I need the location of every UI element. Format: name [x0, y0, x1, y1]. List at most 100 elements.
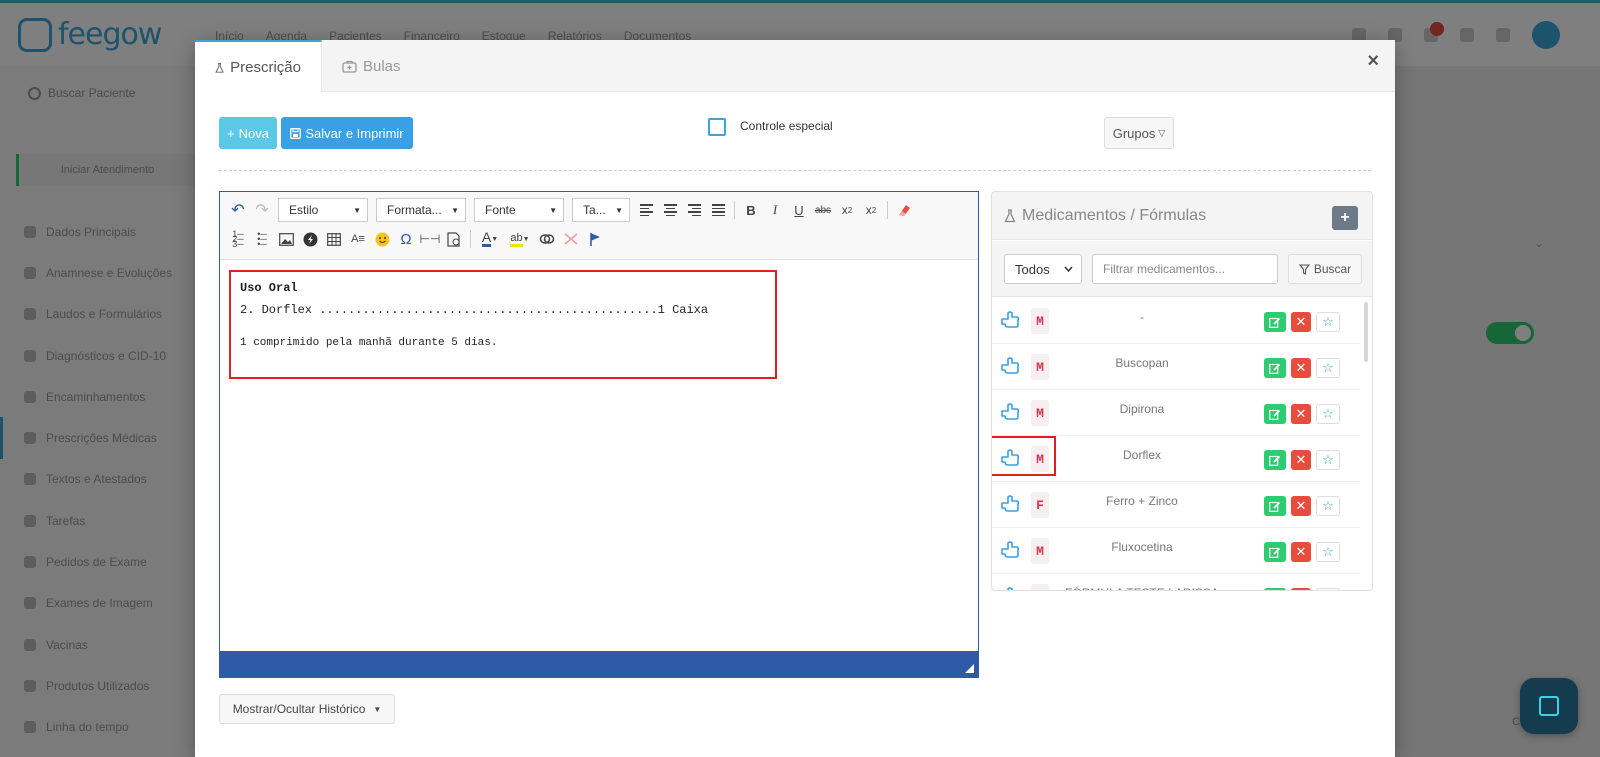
medication-row[interactable]: M Buscopan ✕ ☆ [992, 344, 1360, 390]
undo-icon[interactable]: ↶ [228, 199, 248, 221]
insert-hand-icon[interactable] [1000, 541, 1020, 561]
tab-label: Prescrição [230, 59, 301, 76]
bullet-list-icon[interactable]: •─ •─ •─ [252, 228, 272, 250]
size-select[interactable]: Ta... ▼ [572, 198, 630, 222]
table-icon[interactable] [324, 228, 344, 250]
delete-icon[interactable]: ✕ [1291, 496, 1311, 516]
medication-filter-input[interactable]: Filtrar medicamentos... [1092, 254, 1278, 284]
font-select[interactable]: Fonte ▼ [474, 198, 564, 222]
edit-icon[interactable] [1264, 496, 1286, 516]
delete-icon[interactable]: ✕ [1291, 404, 1311, 424]
medication-name: Buscopan [1115, 356, 1169, 370]
insert-hand-icon[interactable] [1000, 357, 1020, 377]
unlink-icon[interactable] [561, 228, 581, 250]
horizontal-rule-icon[interactable]: A≡ [348, 228, 368, 250]
resize-handle-icon[interactable] [965, 664, 974, 673]
nova-button[interactable]: + Nova [219, 117, 277, 149]
medication-row[interactable]: M Dipirona ✕ ☆ [992, 390, 1360, 436]
link-icon[interactable] [537, 228, 557, 250]
star-icon[interactable]: ☆ [1316, 588, 1340, 590]
star-icon[interactable]: ☆ [1316, 496, 1340, 516]
delete-icon[interactable]: ✕ [1291, 542, 1311, 562]
star-icon[interactable]: ☆ [1316, 312, 1340, 332]
medication-name: - [1140, 310, 1144, 324]
underline-icon[interactable]: U [789, 199, 809, 221]
medication-type-badge: F [1031, 492, 1049, 518]
edit-icon[interactable] [1264, 358, 1286, 378]
toggle-history-button[interactable]: Mostrar/Ocultar Histórico ▼ [219, 694, 395, 724]
flash-icon[interactable] [300, 228, 320, 250]
editor-content[interactable]: Uso Oral 2. Dorflex ....................… [220, 261, 978, 651]
template-icon[interactable] [444, 228, 464, 250]
text-color-icon[interactable]: A ▼ [477, 228, 503, 250]
insert-hand-icon[interactable] [1000, 311, 1020, 331]
medication-row[interactable]: M Fluxocetina ✕ ☆ [992, 528, 1360, 574]
save-print-button[interactable]: Salvar e Imprimir [281, 117, 413, 149]
redo-icon[interactable]: ↷ [252, 199, 272, 221]
editor-footer [220, 651, 978, 677]
delete-icon[interactable]: ✕ [1291, 312, 1311, 332]
save-icon [290, 127, 302, 139]
subscript-icon[interactable]: x2 [837, 199, 857, 221]
panel-title: Medicamentos / Fórmulas [1022, 206, 1207, 224]
bold-icon[interactable]: B [741, 199, 761, 221]
tab-bulas[interactable]: Bulas [322, 40, 421, 93]
edit-icon[interactable] [1264, 450, 1286, 470]
align-center-icon[interactable] [660, 199, 680, 221]
medication-type-badge: M [1031, 354, 1049, 380]
image-icon[interactable] [276, 228, 296, 250]
medication-list: M - ✕ ☆ M Buscopan ✕ ☆ M Dipirona ✕ ☆ M Dorflex ✕ ☆ F Fer… [992, 298, 1360, 590]
medication-row[interactable]: M - ✕ ☆ [992, 298, 1360, 344]
chevron-down-icon [1064, 266, 1073, 272]
smiley-icon[interactable] [372, 228, 392, 250]
star-icon[interactable]: ☆ [1316, 404, 1340, 424]
italic-icon[interactable]: I [765, 199, 785, 221]
search-button[interactable]: Buscar [1288, 254, 1362, 284]
style-select[interactable]: Estilo ▼ [278, 198, 368, 222]
medkit-icon [342, 60, 357, 73]
close-icon[interactable]: × [1367, 50, 1379, 73]
plus-icon: + [227, 125, 235, 141]
scrollbar[interactable] [1364, 302, 1368, 362]
delete-icon[interactable]: ✕ [1291, 450, 1311, 470]
controle-especial-checkbox[interactable] [708, 118, 726, 136]
page-break-icon[interactable]: ⊢⊣ [420, 228, 441, 250]
tab-prescricao[interactable]: Prescrição [195, 40, 322, 93]
medication-type-badge: M [1031, 308, 1049, 334]
medication-row[interactable]: F FÓRMULA TESTE LARISSA ✕ ☆ [992, 574, 1360, 590]
edit-icon[interactable] [1264, 312, 1286, 332]
highlight-color-icon[interactable]: ab ▼ [507, 228, 533, 250]
toolbar-separator [470, 230, 471, 248]
medication-name: Ferro + Zinco [1106, 494, 1178, 508]
type-filter-select[interactable]: Todos [1004, 254, 1082, 284]
insert-hand-icon[interactable] [1000, 587, 1020, 590]
medication-row[interactable]: M Dorflex ✕ ☆ [992, 436, 1360, 482]
align-right-icon[interactable] [684, 199, 704, 221]
grupos-button[interactable]: Grupos ▽ [1104, 117, 1174, 149]
edit-icon[interactable] [1264, 404, 1286, 424]
delete-icon[interactable]: ✕ [1291, 358, 1311, 378]
medication-row[interactable]: F Ferro + Zinco ✕ ☆ [992, 482, 1360, 528]
align-left-icon[interactable] [636, 199, 656, 221]
edit-icon[interactable] [1264, 588, 1286, 590]
special-char-icon[interactable]: Ω [396, 228, 416, 250]
add-medication-button[interactable]: + [1332, 206, 1358, 230]
star-icon[interactable]: ☆ [1316, 542, 1340, 562]
strikethrough-icon[interactable]: abc [813, 199, 833, 221]
anchor-flag-icon[interactable] [585, 228, 605, 250]
numbered-list-icon[interactable]: 1─ 2─ 3─ [228, 228, 248, 250]
star-icon[interactable]: ☆ [1316, 450, 1340, 470]
edit-icon[interactable] [1264, 542, 1286, 562]
remove-format-icon[interactable] [894, 199, 914, 221]
insert-hand-icon[interactable] [1000, 495, 1020, 515]
assistant-floating-button[interactable] [1520, 678, 1578, 734]
star-icon[interactable]: ☆ [1316, 358, 1340, 378]
format-select[interactable]: Formata... ▼ [376, 198, 466, 222]
flask-icon [215, 62, 224, 73]
toolbar-row-1: ↶ ↷ Estilo ▼ Formata... ▼ Fonte ▼ Ta... ▼ B … [228, 198, 914, 222]
delete-icon[interactable]: ✕ [1291, 588, 1311, 590]
caret-down-icon: ▼ [373, 704, 382, 714]
justify-icon[interactable] [708, 199, 728, 221]
insert-hand-icon[interactable] [1000, 403, 1020, 423]
superscript-icon[interactable]: x2 [861, 199, 881, 221]
